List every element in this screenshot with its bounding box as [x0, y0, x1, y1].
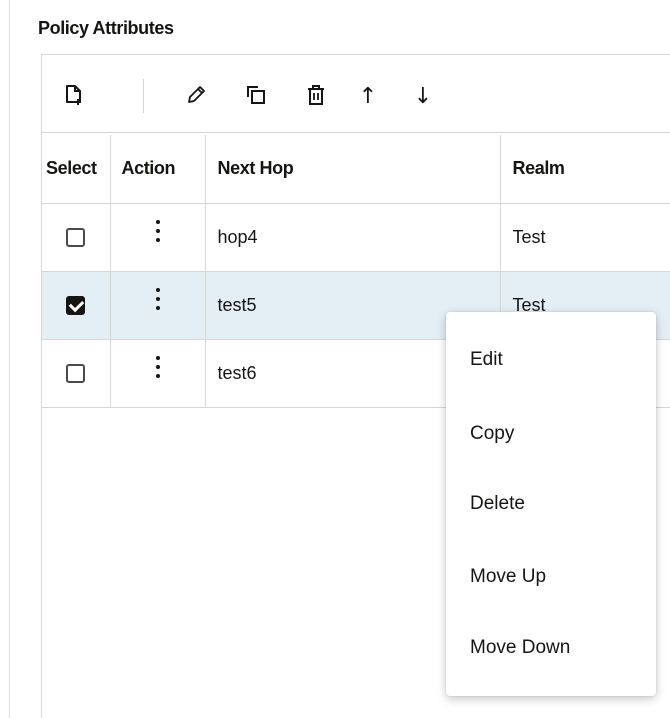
edit-button[interactable]	[178, 79, 214, 115]
trash-icon	[306, 84, 326, 111]
column-header-realm[interactable]: Realm	[500, 135, 670, 204]
copy-icon	[245, 84, 267, 111]
menu-item-delete[interactable]: Delete	[446, 476, 656, 532]
action-cell	[110, 339, 206, 408]
row-context-menu: Edit Copy Delete Move Up Move Down	[446, 312, 656, 696]
left-divider	[9, 0, 10, 718]
new-document-icon	[64, 84, 84, 111]
toolbar: ↑ ↓	[42, 55, 670, 133]
arrow-down-icon: ↓	[413, 84, 433, 109]
column-header-select[interactable]: Select	[42, 135, 111, 204]
action-cell	[110, 203, 206, 272]
menu-item-move-up[interactable]: Move Up	[446, 549, 656, 605]
select-cell	[42, 203, 111, 272]
realm-cell: Test	[500, 203, 670, 272]
kebab-menu-icon[interactable]	[153, 287, 163, 310]
new-button[interactable]	[56, 79, 92, 115]
table-header-row: Select Action Next Hop Realm	[42, 135, 670, 204]
menu-item-move-down[interactable]: Move Down	[446, 620, 656, 676]
copy-button[interactable]	[238, 79, 274, 115]
row-checkbox[interactable]	[66, 364, 86, 384]
toolbar-separator	[143, 79, 144, 113]
table-row[interactable]: hop4 Test	[42, 203, 670, 272]
menu-item-edit[interactable]: Edit	[446, 332, 656, 388]
column-header-next-hop[interactable]: Next Hop	[205, 135, 501, 204]
column-header-action[interactable]: Action	[110, 135, 206, 204]
menu-item-copy[interactable]: Copy	[446, 406, 656, 462]
next-hop-cell: hop4	[205, 203, 501, 272]
action-cell	[110, 271, 206, 340]
arrow-up-icon: ↑	[358, 84, 378, 109]
pencil-icon	[185, 84, 207, 111]
row-checkbox[interactable]	[66, 228, 86, 248]
move-down-button[interactable]: ↓	[405, 79, 441, 115]
select-cell	[42, 339, 111, 408]
kebab-menu-icon[interactable]	[153, 219, 163, 242]
delete-button[interactable]	[298, 79, 334, 115]
select-cell	[42, 271, 111, 340]
move-up-button[interactable]: ↑	[350, 79, 386, 115]
kebab-menu-icon[interactable]	[153, 355, 163, 378]
section-title: Policy Attributes	[38, 18, 174, 38]
row-checkbox[interactable]	[66, 296, 86, 316]
